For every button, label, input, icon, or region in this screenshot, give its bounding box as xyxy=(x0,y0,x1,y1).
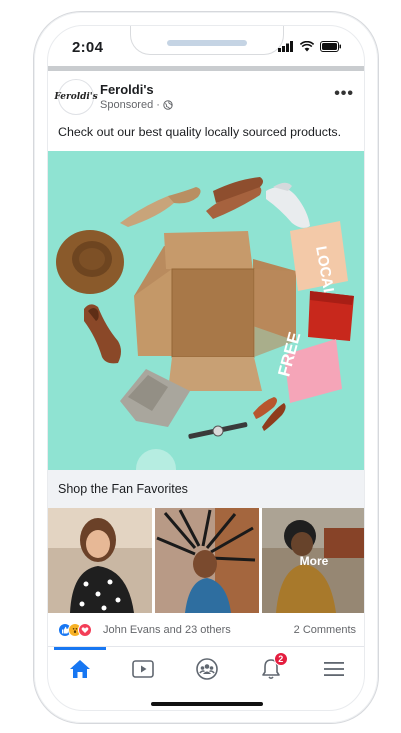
home-icon xyxy=(69,659,90,678)
phone-frame: 2:04 Feroldi's Feroldi's Sponsored · •••… xyxy=(33,11,379,724)
shop-bar[interactable]: Shop the Fan Favorites xyxy=(48,470,364,508)
screen: 2:04 Feroldi's Feroldi's Sponsored · •••… xyxy=(47,25,365,711)
post-header: Feroldi's Feroldi's Sponsored · ••• xyxy=(48,73,364,123)
more-thumbs-label[interactable]: More xyxy=(262,508,364,613)
comments-count[interactable]: 2 Comments xyxy=(294,624,356,636)
hero-illustration: LOCAL FREE xyxy=(48,151,364,470)
product-thumb-2[interactable] xyxy=(155,508,259,613)
tab-notifications[interactable]: 2 xyxy=(239,647,303,690)
more-options-icon[interactable]: ••• xyxy=(334,85,354,103)
groups-icon xyxy=(196,657,218,680)
watch-icon xyxy=(132,659,155,678)
tab-watch[interactable] xyxy=(112,647,176,690)
tab-bar: 2 xyxy=(48,646,364,690)
reactions-row: John Evans and 23 others 2 Comments xyxy=(48,616,364,644)
product-thumb-3[interactable]: More xyxy=(262,508,364,613)
globe-icon xyxy=(163,100,173,110)
hero-image[interactable]: LOCAL FREE xyxy=(48,151,364,470)
thumb-image-1 xyxy=(48,508,152,613)
love-icon xyxy=(78,623,92,637)
status-time: 2:04 xyxy=(72,39,104,56)
page-name[interactable]: Feroldi's xyxy=(100,82,154,97)
feed-separator xyxy=(48,66,364,71)
tab-menu[interactable] xyxy=(302,647,364,690)
avatar-logo-text: Feroldi's xyxy=(54,92,98,102)
product-thumbnails: More xyxy=(48,508,364,613)
menu-icon xyxy=(324,661,345,676)
notifications-badge: 2 xyxy=(273,652,288,666)
shorts-icon xyxy=(308,291,354,341)
reaction-icons[interactable] xyxy=(58,623,92,637)
wifi-icon xyxy=(300,41,314,52)
reaction-names[interactable]: John Evans and 23 others xyxy=(103,624,231,636)
tab-home[interactable] xyxy=(48,647,112,690)
sponsored-label: Sponsored · xyxy=(100,99,173,111)
page-avatar[interactable]: Feroldi's xyxy=(54,79,98,115)
post-text: Check out our best quality locally sourc… xyxy=(58,125,342,139)
thumb-image-2 xyxy=(155,508,259,613)
hat-icon xyxy=(56,230,124,294)
product-thumb-1[interactable] xyxy=(48,508,152,613)
status-icons xyxy=(278,41,342,52)
sponsored-text: Sponsored xyxy=(100,99,154,111)
signal-icon xyxy=(278,41,293,52)
home-indicator[interactable] xyxy=(151,702,263,706)
battery-icon xyxy=(320,41,341,52)
shop-title: Shop the Fan Favorites xyxy=(58,482,188,496)
speaker xyxy=(167,40,247,46)
tab-groups[interactable] xyxy=(175,647,239,690)
